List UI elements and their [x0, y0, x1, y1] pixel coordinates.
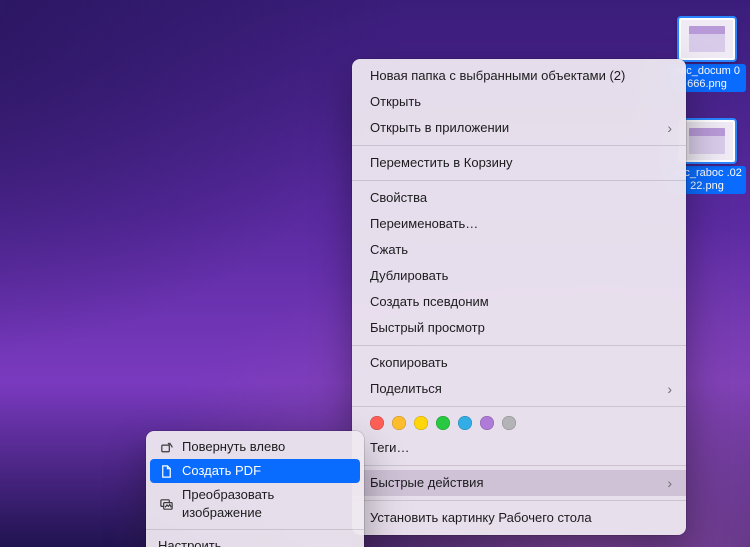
- file-thumbnail: [679, 120, 735, 162]
- menu-item-label: Открыть: [370, 93, 421, 111]
- submenu-item-label: Настроить…: [158, 537, 235, 547]
- quick-actions-submenu: Повернуть влево Создать PDF Преобразоват…: [146, 431, 364, 547]
- menu-item-open-with[interactable]: Открыть в приложении ›: [352, 115, 686, 141]
- menu-separator: [146, 529, 364, 530]
- menu-item-move-to-trash[interactable]: Переместить в Корзину: [352, 150, 686, 176]
- submenu-item-label: Преобразовать изображение: [182, 486, 352, 522]
- menu-item-new-folder-with-selection[interactable]: Новая папка с выбранными объектами (2): [352, 63, 686, 89]
- tag-color-blue[interactable]: [458, 416, 472, 430]
- menu-item-quick-actions[interactable]: Быстрые действия ›: [352, 470, 686, 496]
- file-thumbnail: [679, 18, 735, 60]
- chevron-right-icon: ›: [667, 119, 672, 137]
- menu-item-label: Поделиться: [370, 380, 442, 398]
- submenu-item-label: Создать PDF: [182, 462, 261, 480]
- menu-item-get-info[interactable]: Свойства: [352, 185, 686, 211]
- tag-color-row: [352, 411, 686, 435]
- menu-item-label: Дублировать: [370, 267, 448, 285]
- menu-item-label: Создать псевдоним: [370, 293, 489, 311]
- menu-item-copy[interactable]: Скопировать: [352, 350, 686, 376]
- convert-image-icon: [158, 496, 174, 512]
- menu-item-label: Свойства: [370, 189, 427, 207]
- menu-separator: [352, 500, 686, 501]
- menu-separator: [352, 145, 686, 146]
- menu-item-label: Быстрый просмотр: [370, 319, 485, 337]
- tag-color-orange[interactable]: [392, 416, 406, 430]
- menu-item-quick-look[interactable]: Быстрый просмотр: [352, 315, 686, 341]
- menu-item-label: Установить картинку Рабочего стола: [370, 509, 592, 527]
- tag-color-gray[interactable]: [502, 416, 516, 430]
- menu-item-label: Новая папка с выбранными объектами (2): [370, 67, 625, 85]
- menu-item-open[interactable]: Открыть: [352, 89, 686, 115]
- rotate-left-icon: [158, 439, 174, 455]
- menu-item-label: Сжать: [370, 241, 408, 259]
- submenu-item-customize[interactable]: Настроить…: [146, 534, 364, 547]
- menu-item-duplicate[interactable]: Дублировать: [352, 263, 686, 289]
- menu-separator: [352, 406, 686, 407]
- menu-item-label: Быстрые действия: [370, 474, 483, 492]
- menu-item-make-alias[interactable]: Создать псевдоним: [352, 289, 686, 315]
- menu-item-label: Переименовать…: [370, 215, 478, 233]
- tag-color-yellow[interactable]: [414, 416, 428, 430]
- menu-separator: [352, 180, 686, 181]
- submenu-item-rotate-left[interactable]: Повернуть влево: [146, 435, 364, 459]
- menu-item-label: Скопировать: [370, 354, 448, 372]
- tag-color-green[interactable]: [436, 416, 450, 430]
- menu-item-label: Переместить в Корзину: [370, 154, 513, 172]
- chevron-right-icon: ›: [667, 380, 672, 398]
- menu-item-compress[interactable]: Сжать: [352, 237, 686, 263]
- menu-item-set-desktop-picture[interactable]: Установить картинку Рабочего стола: [352, 505, 686, 531]
- menu-item-label: Теги…: [370, 439, 409, 457]
- document-icon: [158, 463, 174, 479]
- menu-separator: [352, 345, 686, 346]
- menu-separator: [352, 465, 686, 466]
- menu-item-label: Открыть в приложении: [370, 119, 509, 137]
- submenu-item-label: Повернуть влево: [182, 438, 285, 456]
- menu-item-rename[interactable]: Переименовать…: [352, 211, 686, 237]
- tag-color-red[interactable]: [370, 416, 384, 430]
- chevron-right-icon: ›: [667, 474, 672, 492]
- menu-item-share[interactable]: Поделиться ›: [352, 376, 686, 402]
- submenu-item-create-pdf[interactable]: Создать PDF: [150, 459, 360, 483]
- tag-color-purple[interactable]: [480, 416, 494, 430]
- context-menu: Новая папка с выбранными объектами (2) О…: [352, 59, 686, 535]
- submenu-item-convert-image[interactable]: Преобразовать изображение: [146, 483, 364, 525]
- menu-item-tags[interactable]: Теги…: [352, 435, 686, 461]
